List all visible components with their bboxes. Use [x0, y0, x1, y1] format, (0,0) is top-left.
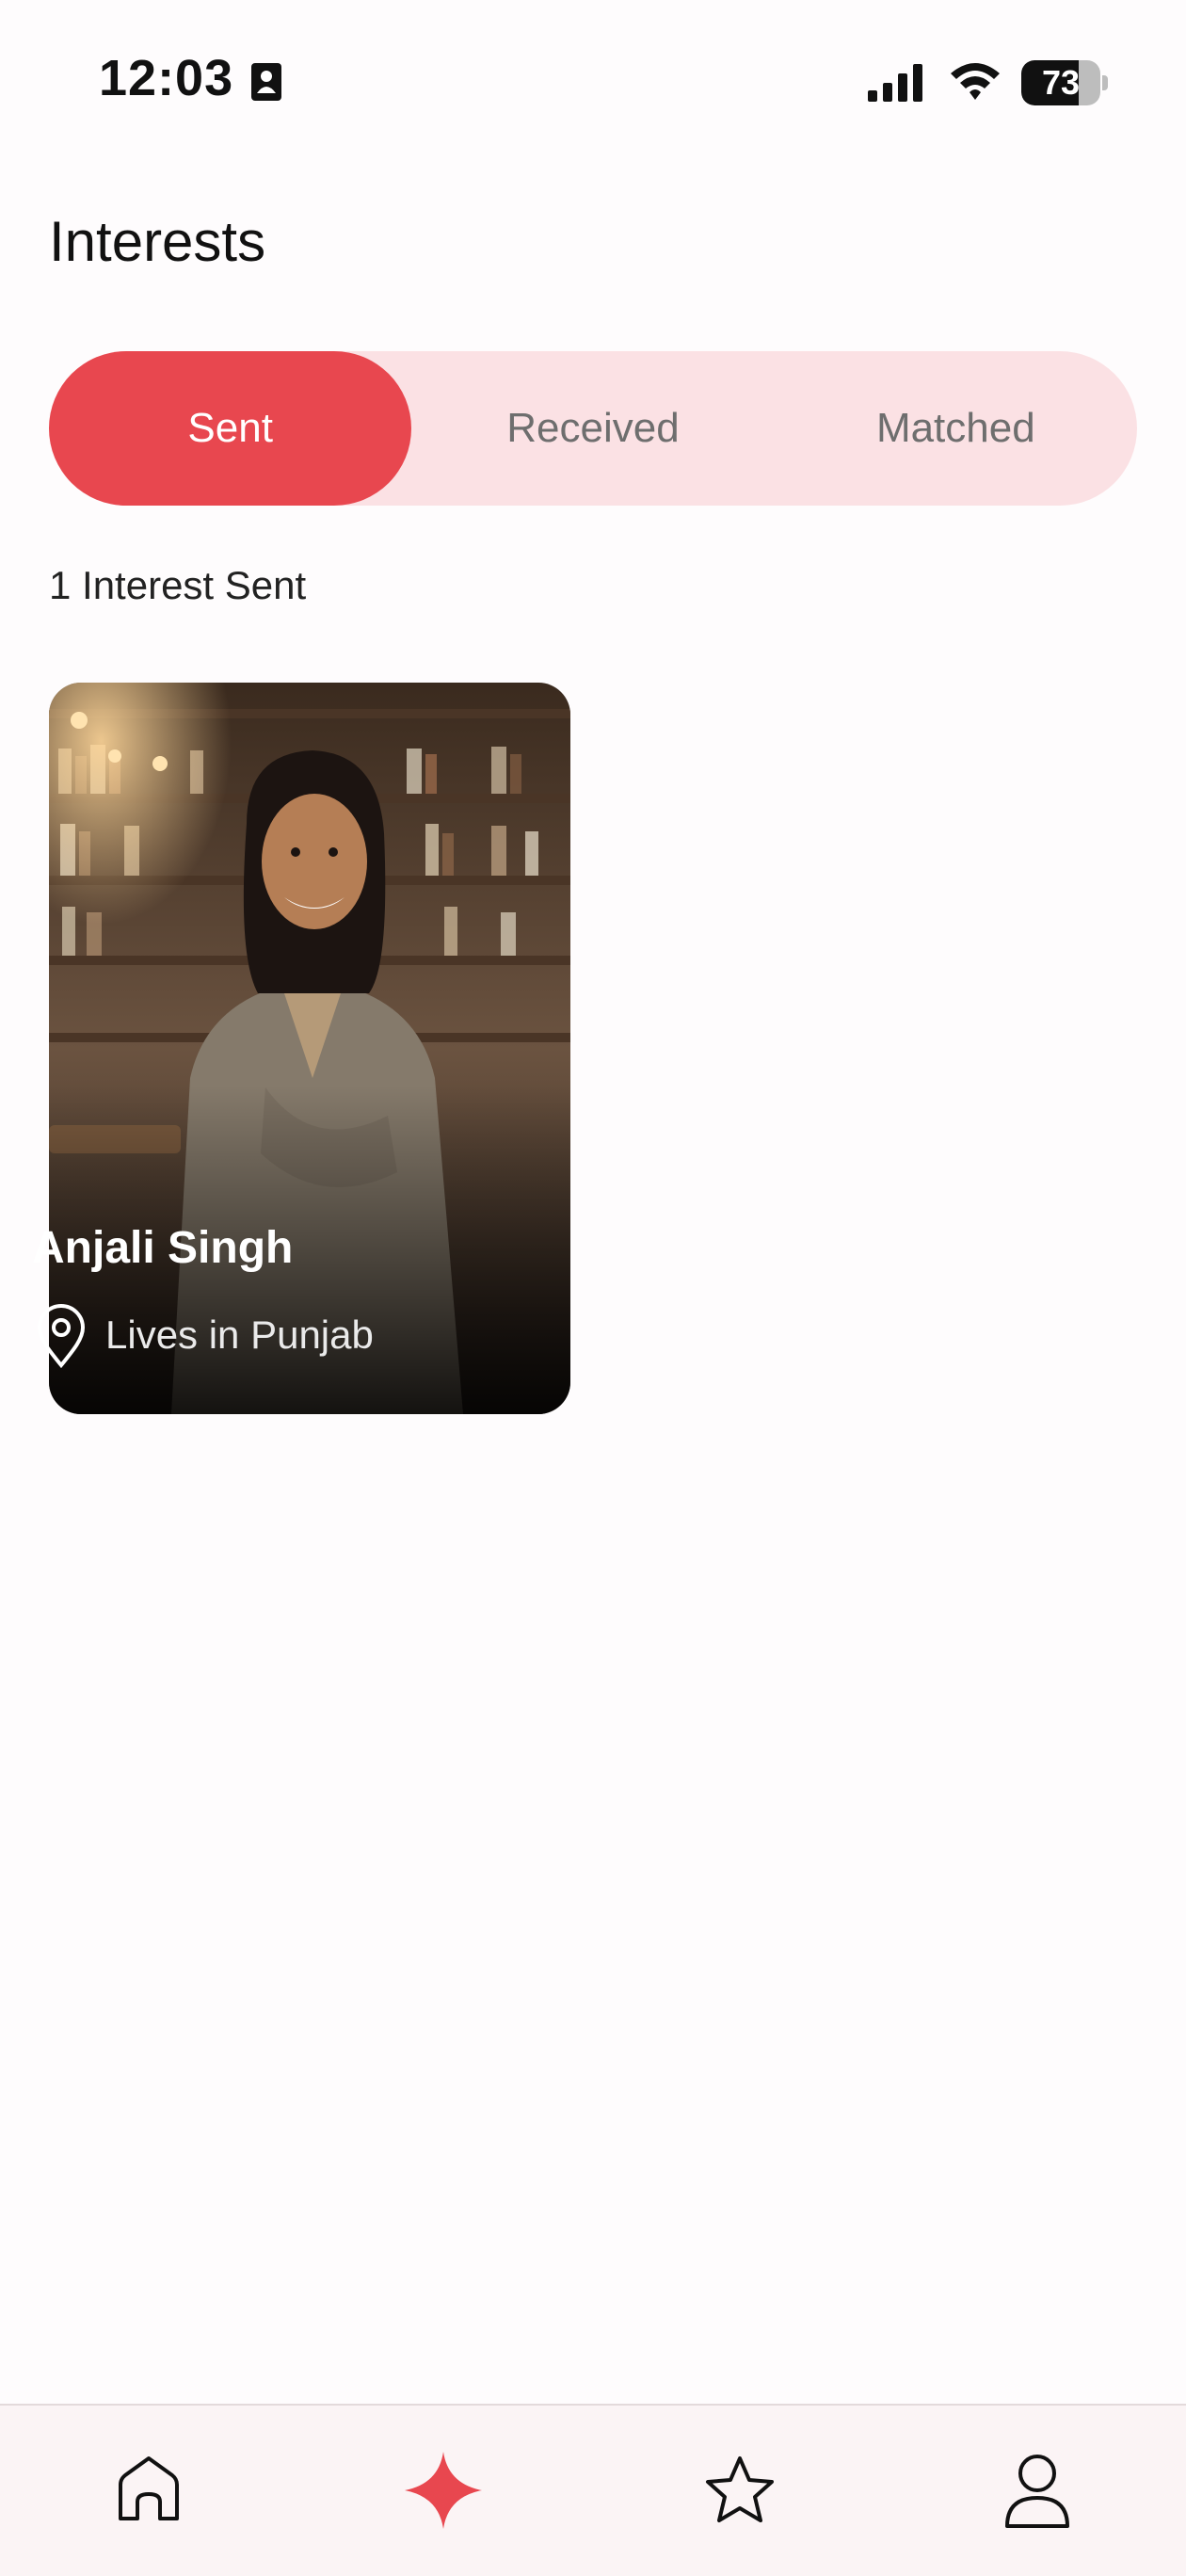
nav-home[interactable]	[106, 2448, 191, 2533]
home-icon	[119, 2456, 179, 2520]
location-text: Lives in Punjab	[105, 1312, 374, 1357]
location-pin-icon	[37, 1304, 86, 1369]
battery-cap	[1102, 75, 1108, 90]
nav-profile[interactable]	[995, 2448, 1080, 2533]
interests-screen: 12:03 73 Interests Sent Received Matched…	[0, 0, 1186, 2576]
profile-location: Lives in Punjab	[32, 1301, 374, 1369]
status-time: 12:03	[99, 50, 234, 106]
cellular-signal-icon	[868, 64, 922, 102]
wifi-icon	[951, 63, 1000, 100]
sparkle-icon	[405, 2452, 482, 2529]
interest-tabs: Sent Received Matched	[49, 351, 1137, 506]
bottom-nav	[0, 2404, 1186, 2576]
battery-body: 73	[1021, 60, 1100, 105]
status-bar: 12:03 73	[0, 0, 1186, 160]
interest-count: 1 Interest Sent	[49, 563, 307, 607]
battery-indicator: 73	[1021, 60, 1108, 105]
tab-matched[interactable]: Matched	[775, 351, 1137, 506]
tab-sent[interactable]: Sent	[49, 351, 412, 506]
contact-card-icon	[251, 63, 281, 101]
tab-received[interactable]: Received	[411, 351, 774, 506]
profile-name: Anjali Singh	[32, 1223, 294, 1273]
user-icon	[1005, 2455, 1069, 2528]
nav-favorites[interactable]	[697, 2448, 782, 2533]
page-title: Interests	[49, 210, 266, 273]
nav-interests[interactable]	[401, 2448, 486, 2533]
star-icon	[706, 2456, 774, 2522]
battery-level: 73	[1041, 63, 1081, 102]
